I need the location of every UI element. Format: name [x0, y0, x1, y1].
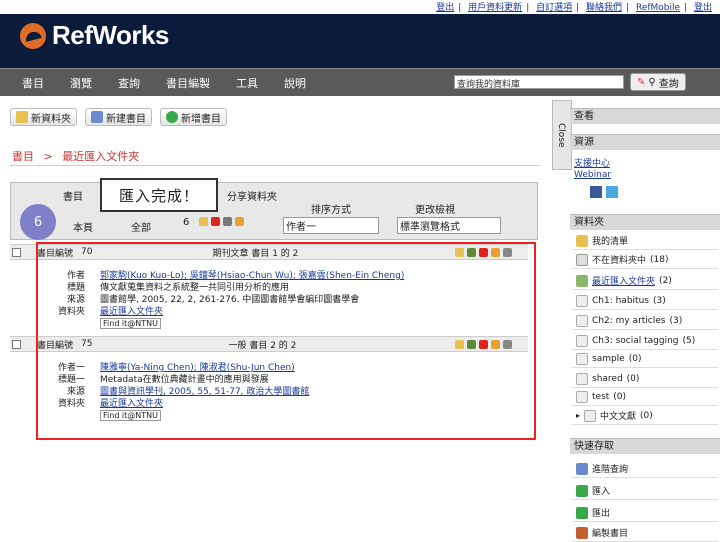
search-input[interactable]: 查詢我的資料庫: [454, 75, 624, 90]
sort-label: 排序方式: [311, 205, 351, 216]
tab-shared-folders[interactable]: 分享資料夾: [227, 188, 277, 203]
folder-icon: [576, 294, 588, 307]
add-reference-button[interactable]: 新增書目: [160, 108, 227, 126]
folder-item[interactable]: 最近匯入文件夾 (2): [572, 272, 718, 290]
support-center-link[interactable]: 支援中心: [574, 156, 610, 169]
search-clear-icon: ✎: [637, 76, 646, 88]
folder-item[interactable]: Ch1: habitus (3): [572, 292, 718, 310]
top-link-2[interactable]: 用戶資料更新: [468, 3, 522, 13]
folder-icon: [584, 409, 597, 422]
bibliography-icon: [576, 526, 588, 539]
option-all[interactable]: 全部: [131, 219, 151, 234]
quick-import[interactable]: 匯入: [572, 482, 718, 500]
record-checkbox[interactable]: [12, 339, 21, 349]
folder-icon: [576, 352, 588, 365]
sidebar-header-quick: 快速存取: [570, 438, 720, 454]
menu-bibliography[interactable]: 書目編製: [166, 75, 210, 91]
menu-browse[interactable]: 瀏覽: [70, 75, 92, 91]
menu-tools[interactable]: 工具: [236, 75, 258, 91]
quick-export[interactable]: 匯出: [572, 504, 718, 522]
new-reference-button[interactable]: 新建書目: [85, 108, 152, 126]
record-checkbox[interactable]: [12, 247, 21, 257]
export-icon[interactable]: [235, 217, 244, 226]
folder-icon: [576, 314, 588, 327]
twitter-icon[interactable]: [606, 186, 618, 198]
selected-count: 6: [183, 217, 190, 228]
folder-item[interactable]: ▸ 中文文獻 (0): [572, 407, 718, 425]
folder-item[interactable]: 不在資料夾中 (18): [572, 251, 718, 269]
quick-advanced-search[interactable]: 進階查詢: [572, 460, 718, 478]
tab-references[interactable]: 書目: [63, 188, 83, 203]
top-links: 登出 | 用戶資料更新 | 自訂選項 | 聯絡我們 | RefMobile | 登出: [436, 3, 712, 13]
option-page[interactable]: 本頁: [73, 219, 93, 234]
folder-item[interactable]: test (0): [572, 388, 718, 406]
highlight-box: [36, 242, 536, 440]
star-icon: [576, 234, 588, 247]
top-link-0[interactable]: 登出: [436, 3, 454, 13]
folder-icon: [576, 334, 588, 347]
folder-item[interactable]: shared (0): [572, 370, 718, 388]
folder-icon: [576, 372, 588, 385]
quick-bibliography[interactable]: 編製書目: [572, 524, 718, 542]
menu-references[interactable]: 書目: [22, 75, 44, 91]
new-folder-button[interactable]: 新資料夾: [10, 108, 77, 126]
toolbar: 新資料夾 新建書目 新增書目: [10, 108, 227, 126]
folder-icon: [576, 390, 588, 403]
document-icon: [91, 111, 103, 123]
breadcrumb: 書目 > 最近匯入文件夾: [12, 150, 140, 163]
add-icon: [166, 111, 178, 123]
view-select[interactable]: 標準瀏覽格式: [397, 217, 501, 234]
refworks-logo-icon: [20, 22, 46, 49]
folder-item[interactable]: Ch3: social tagging (5): [572, 332, 718, 350]
folder-icon: [576, 274, 588, 287]
top-link-logout[interactable]: 登出: [694, 3, 712, 13]
reference-tabs-panel: 書目 分享資料夾 本頁 全部 6 排序方式 作者一 更改檢視 標準瀏覽格式: [10, 182, 538, 240]
delete-icon[interactable]: [211, 217, 220, 226]
top-link-4[interactable]: 自訂選項: [536, 3, 572, 13]
folder-icon: [16, 111, 28, 123]
step-number-badge: 6: [20, 204, 56, 240]
divider: [10, 165, 540, 166]
import-arrow-icon: [576, 484, 588, 497]
breadcrumb-current: 最近匯入文件夾: [62, 150, 140, 163]
search-button[interactable]: ✎ ⚲ 查詢: [630, 73, 686, 91]
sidebar-header-folders: 資料夾: [570, 214, 720, 230]
search-icon: [576, 462, 588, 475]
folder-item[interactable]: Ch2: my articles (3): [572, 312, 718, 330]
view-label: 更改檢視: [415, 205, 455, 216]
folder-icon: [576, 253, 588, 266]
export-arrow-icon: [576, 506, 588, 519]
folder-item[interactable]: sample (0): [572, 350, 718, 368]
import-complete-callout: 匯入完成！: [100, 178, 218, 212]
print-icon[interactable]: [223, 217, 232, 226]
expand-arrow-icon[interactable]: ▸: [576, 411, 580, 420]
sidebar-header-view: 查看: [570, 108, 720, 124]
top-link-refmobile[interactable]: RefMobile: [636, 3, 680, 13]
menu-help[interactable]: 說明: [284, 75, 306, 91]
menu-search[interactable]: 查詢: [118, 75, 140, 91]
facebook-icon[interactable]: [590, 186, 602, 198]
close-panel-tab[interactable]: Close: [552, 100, 572, 170]
webinar-link[interactable]: Webinar: [574, 170, 611, 180]
folder-add-icon[interactable]: [199, 217, 208, 226]
folder-item[interactable]: 我的清單: [572, 232, 718, 250]
tab-toolbar-icons: [199, 217, 244, 226]
sidebar-header-resources: 資源: [570, 134, 720, 150]
search-icon: ⚲: [648, 76, 656, 88]
refworks-logo: RefWorks: [20, 20, 169, 51]
top-link-6[interactable]: 聯絡我們: [586, 3, 622, 13]
sidebar: 查看 資源 支援中心 Webinar 資料夾 我的清單 不在資料夾中 (18) 最…: [570, 100, 720, 542]
sort-select[interactable]: 作者一: [283, 217, 379, 234]
breadcrumb-root[interactable]: 書目: [12, 150, 34, 163]
